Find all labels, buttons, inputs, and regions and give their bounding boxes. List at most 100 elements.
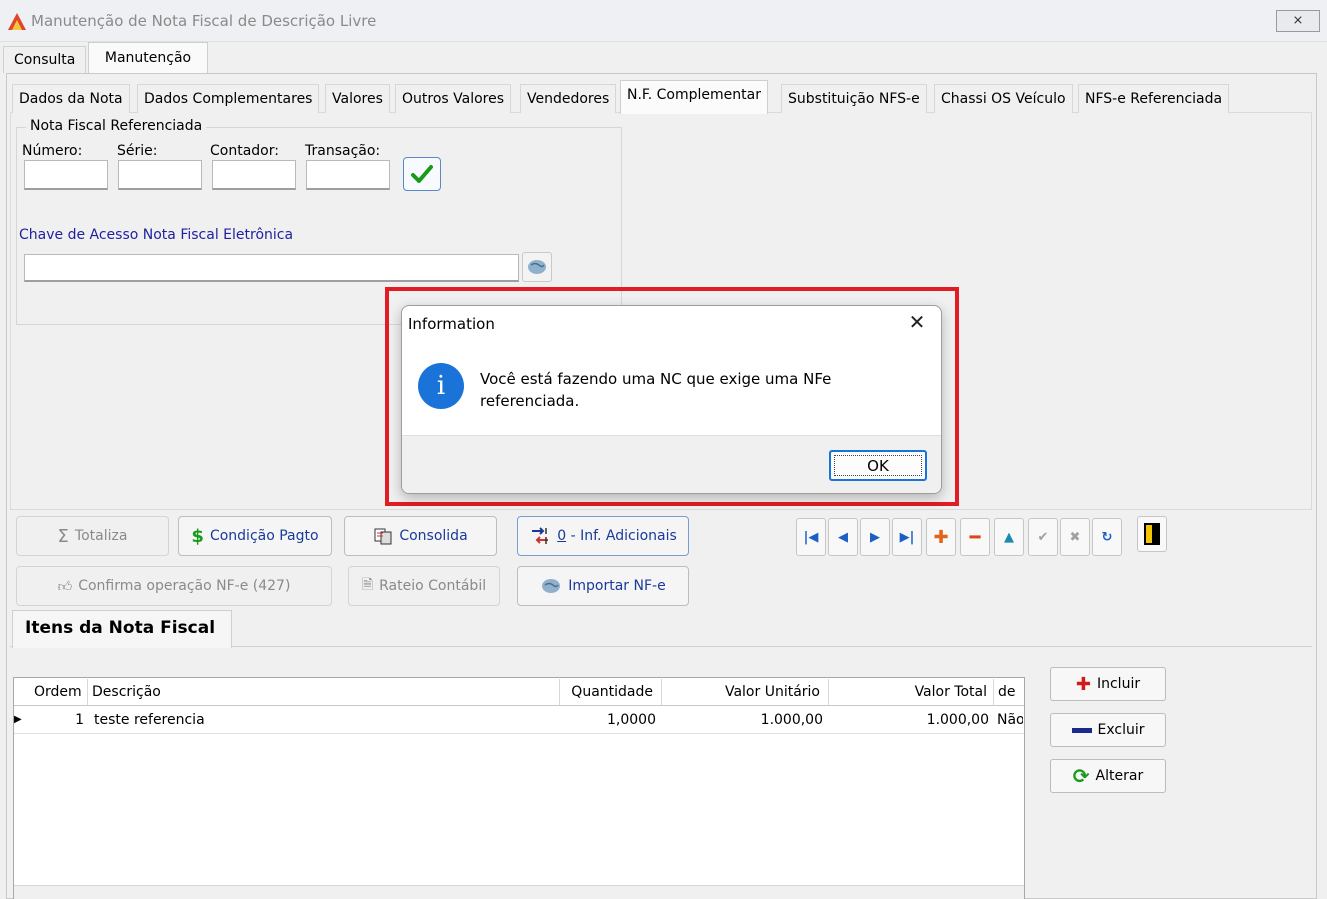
up-triangle-icon: ▲: [1004, 529, 1014, 545]
contador-label: Contador:: [210, 143, 279, 159]
importar-nfe-label: Importar NF-e: [568, 578, 666, 594]
check-icon: ✔: [1037, 529, 1049, 545]
document-icon: 🗎: [361, 577, 374, 593]
consolidate-icon: [374, 528, 392, 545]
condicao-pagto-label: Condição Pagto: [209, 528, 319, 544]
first-record-button[interactable]: |◀: [796, 518, 826, 556]
rateio-contabil-label: Rateio Contábil: [379, 578, 487, 594]
alterar-button[interactable]: ⟳ Alterar: [1050, 759, 1166, 793]
consolida-label: Consolida: [399, 528, 468, 544]
header-divider: [14, 705, 1024, 706]
plus-icon: ✚: [933, 526, 949, 548]
numero-label: Número:: [22, 143, 83, 159]
confirma-operacao-label: Confirma operação NF-e (427): [78, 578, 291, 594]
confirm-reference-button[interactable]: [403, 157, 441, 191]
tab-nfse-referenciada[interactable]: NFS-e Referenciada: [1078, 84, 1230, 113]
information-dialog: Information ✕ i Você está fazendo uma NC…: [401, 305, 942, 494]
info-icon: i: [418, 363, 464, 409]
grid-scrollbar[interactable]: [14, 885, 1024, 899]
world-import-icon: [542, 579, 561, 593]
thumbs-up-icon: 👍︎: [57, 578, 73, 595]
cancel-record-button[interactable]: ✖: [1060, 518, 1090, 556]
refresh-record-button[interactable]: ↻: [1092, 518, 1122, 556]
column-header-descricao[interactable]: Descrição: [89, 679, 560, 705]
tab-dados-da-nota[interactable]: Dados da Nota: [12, 84, 130, 113]
cell-de: Não: [997, 712, 1023, 728]
column-header-valor-total[interactable]: Valor Total: [830, 679, 994, 705]
cancel-icon: ✖: [1069, 529, 1081, 545]
tab-consulta[interactable]: Consulta: [3, 46, 87, 73]
dialog-close-icon[interactable]: ✕: [907, 312, 927, 333]
inf-adicionais-button[interactable]: 0 - Inf. Adicionais: [517, 516, 689, 556]
transacao-field[interactable]: [306, 160, 390, 190]
confirma-operacao-button[interactable]: 👍︎ Confirma operação NF-e (427): [16, 566, 332, 606]
world-search-icon: [528, 260, 546, 274]
post-record-button[interactable]: ✔: [1028, 518, 1058, 556]
column-header-de[interactable]: de: [995, 679, 1024, 705]
tab-itens-da-nota[interactable]: Itens da Nota Fiscal: [12, 610, 232, 648]
checkmark-icon: [411, 165, 433, 183]
cell-valor-total: 1.000,00: [926, 712, 989, 728]
last-record-button[interactable]: ▶|: [892, 518, 922, 556]
alterar-label: Alterar: [1095, 768, 1144, 784]
tab-manutencao[interactable]: Manutenção: [88, 42, 208, 73]
column-header-quantidade[interactable]: Quantidade: [561, 679, 662, 705]
consolida-button[interactable]: Consolida: [344, 516, 497, 556]
insert-record-button[interactable]: ✚: [926, 518, 956, 556]
dialog-message: Você está fazendo uma NC que exige uma N…: [480, 370, 832, 410]
window-close-button[interactable]: ⨯: [1276, 10, 1320, 32]
cell-quantidade: 1,0000: [607, 712, 656, 728]
cell-ordem: 1: [75, 712, 84, 728]
tab-nf-complementar[interactable]: N.F. Complementar: [620, 80, 768, 114]
inf-adicionais-label: 0 - Inf. Adicionais: [557, 528, 677, 544]
refresh-icon: ↻: [1101, 529, 1113, 545]
minus-icon: [1071, 727, 1092, 733]
chave-acesso-label: Chave de Acesso Nota Fiscal Eletrônica: [19, 227, 294, 243]
transacao-label: Transação:: [305, 143, 381, 159]
rateio-contabil-button[interactable]: 🗎 Rateio Contábil: [348, 566, 500, 606]
prior-icon: ◀: [838, 529, 848, 545]
window-title: Manutenção de Nota Fiscal de Descrição L…: [31, 12, 377, 30]
excluir-label: Excluir: [1097, 722, 1145, 738]
tab-dados-complementares[interactable]: Dados Complementares: [137, 84, 320, 113]
tab-vendedores[interactable]: Vendedores: [520, 84, 617, 113]
incluir-label: Incluir: [1096, 676, 1141, 692]
door-exit-icon: [1144, 523, 1160, 545]
contador-field[interactable]: [212, 160, 296, 190]
delete-record-button[interactable]: ━: [960, 518, 990, 556]
first-icon: |◀: [803, 529, 819, 545]
red-plus-icon: ✚: [1075, 673, 1091, 695]
edit-record-button[interactable]: ▲: [994, 518, 1024, 556]
column-header-ordem[interactable]: Ordem: [24, 679, 88, 705]
tab-chassi-os-veiculo[interactable]: Chassi OS Veículo: [934, 84, 1073, 113]
row-indicator-icon: ▶: [14, 714, 22, 725]
totaliza-button[interactable]: Σ Totaliza: [16, 516, 169, 556]
exit-button[interactable]: [1137, 516, 1167, 552]
column-header-valor-unitario[interactable]: Valor Unitário: [663, 679, 829, 705]
app-logo-icon: [8, 13, 26, 30]
ok-button[interactable]: OK: [829, 450, 927, 481]
focus-rect: [834, 455, 922, 476]
numero-field[interactable]: [24, 160, 108, 190]
serie-field[interactable]: [118, 160, 202, 190]
excluir-button[interactable]: Excluir: [1050, 713, 1166, 747]
next-record-button[interactable]: ▶: [860, 518, 890, 556]
tab-valores[interactable]: Valores: [325, 84, 390, 113]
condicao-pagto-button[interactable]: $ Condição Pagto: [178, 516, 332, 556]
prior-record-button[interactable]: ◀: [828, 518, 858, 556]
last-icon: ▶|: [899, 529, 915, 545]
refresh-green-icon: ⟳: [1072, 764, 1090, 788]
totaliza-label: Totaliza: [74, 528, 128, 544]
importar-nfe-button[interactable]: Importar NF-e: [517, 566, 689, 606]
arrows-icon: [532, 527, 549, 544]
incluir-button[interactable]: ✚ Incluir: [1050, 667, 1166, 701]
next-icon: ▶: [870, 529, 880, 545]
tab-substituicao-nfse[interactable]: Substituição NFS-e: [781, 84, 927, 113]
cell-valor-unitario: 1.000,00: [760, 712, 823, 728]
cell-descricao: teste referencia: [94, 712, 205, 728]
tab-outros-valores[interactable]: Outros Valores: [395, 84, 512, 113]
serie-label: Série:: [117, 143, 158, 159]
dollar-icon: $: [191, 525, 204, 547]
chave-acesso-input[interactable]: [24, 254, 519, 282]
chave-lookup-button[interactable]: [522, 252, 552, 282]
